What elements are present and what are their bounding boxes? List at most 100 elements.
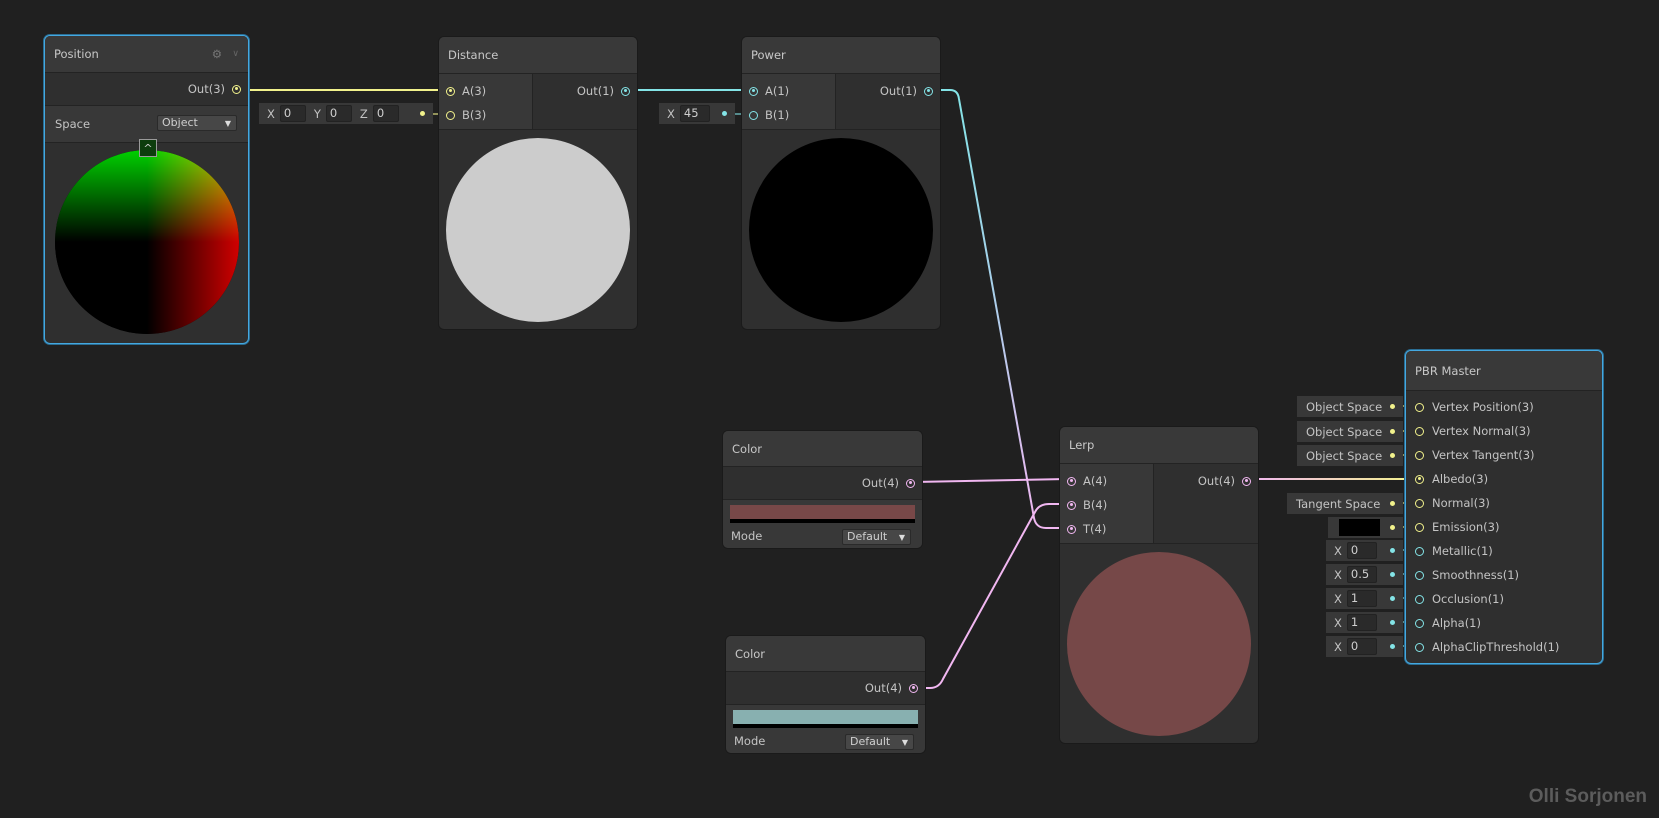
input-port[interactable]	[1415, 426, 1424, 436]
output-port-out[interactable]	[909, 683, 918, 693]
space-value[interactable]: Object Space	[1297, 400, 1382, 414]
space-value[interactable]: Object Space	[1297, 425, 1382, 439]
input-port-b[interactable]	[749, 110, 758, 120]
lerp-node[interactable]: Lerp A(4) B(4) T(4) Out(4)	[1059, 426, 1259, 744]
connector-dot	[1390, 429, 1395, 434]
preview-sphere	[749, 138, 933, 322]
mode-dropdown[interactable]: Default ▼	[842, 529, 911, 545]
pbr-input-row: Smoothness(1)	[1406, 563, 1602, 587]
input-port[interactable]	[1415, 642, 1424, 652]
node-header[interactable]: Color	[726, 636, 925, 672]
port-label: A(3)	[462, 84, 487, 98]
x-field[interactable]: 1	[1346, 614, 1377, 631]
space-value[interactable]: Object Space	[1297, 449, 1382, 463]
input-port[interactable]	[1415, 498, 1424, 508]
node-header[interactable]: Position ⚙ ∨	[45, 36, 248, 73]
node-header[interactable]: Color	[723, 431, 922, 467]
collapse-up-icon[interactable]: ^	[139, 139, 157, 157]
x-field[interactable]: 0	[1346, 542, 1377, 559]
mode-label: Mode	[734, 734, 766, 748]
output-port-out[interactable]	[924, 86, 933, 96]
output-port-out[interactable]	[232, 84, 241, 94]
x-field[interactable]: 45	[679, 105, 710, 122]
port-label: Albedo(3)	[1432, 472, 1489, 486]
port-label: Out(3)	[187, 82, 225, 96]
input-port-t[interactable]	[1067, 524, 1076, 534]
x-field[interactable]: 0	[1346, 638, 1377, 655]
color-swatch[interactable]	[733, 710, 918, 728]
port-label: B(1)	[765, 108, 790, 122]
mode-value: Default	[847, 530, 888, 543]
output-port-out[interactable]	[906, 478, 915, 488]
color-node-1[interactable]: Color Out(4) Mode Default ▼	[722, 430, 923, 549]
power-b-input: X 45	[659, 103, 735, 124]
input-port-b[interactable]	[1067, 500, 1076, 510]
power-node[interactable]: Power A(1) B(1) Out(1)	[741, 36, 941, 330]
space-value[interactable]: Tangent Space	[1287, 497, 1380, 511]
input-port-a[interactable]	[1067, 476, 1076, 486]
connector-dot	[1390, 501, 1395, 506]
distance-node[interactable]: Distance A(3) B(3) Out(1)	[438, 36, 638, 330]
color-swatch[interactable]	[1339, 519, 1380, 536]
node-title: Power	[751, 48, 786, 62]
output-port-out[interactable]	[1242, 476, 1251, 486]
y-label: Y	[313, 106, 321, 121]
input-port[interactable]	[1415, 594, 1424, 604]
x-label: X	[667, 106, 675, 121]
input-port[interactable]	[1415, 522, 1424, 532]
y-field[interactable]: 0	[325, 105, 352, 122]
input-port[interactable]	[1415, 618, 1424, 628]
input-port[interactable]	[1415, 450, 1424, 460]
dropdown-arrow-icon: ▼	[901, 738, 908, 747]
node-header[interactable]: Power	[742, 37, 940, 74]
node-title: Distance	[448, 48, 499, 62]
connector-dot	[1390, 620, 1395, 625]
color-node-2[interactable]: Color Out(4) Mode Default ▼	[725, 635, 926, 754]
mode-label: Mode	[731, 529, 763, 543]
gear-icon[interactable]: ⚙	[212, 36, 222, 73]
x-field[interactable]: 0	[279, 105, 306, 122]
input-port-a[interactable]	[749, 86, 758, 96]
preview-sphere	[54, 150, 239, 334]
pbr-value-input: X0	[1326, 636, 1403, 657]
connector-dot	[722, 111, 727, 116]
chevron-down-icon[interactable]: ∨	[232, 36, 239, 73]
node-header[interactable]: Lerp	[1060, 427, 1258, 464]
port-label: A(1)	[765, 84, 790, 98]
pbr-input-row: AlphaClipThreshold(1)	[1406, 635, 1602, 659]
x-field[interactable]: 0.5	[1346, 566, 1377, 583]
node-header[interactable]: PBR Master	[1406, 351, 1602, 391]
preview	[742, 130, 940, 329]
port-label: Metallic(1)	[1432, 544, 1493, 558]
space-row: Space Object ▼	[45, 106, 248, 143]
port-label: A(4)	[1083, 474, 1108, 488]
node-title: PBR Master	[1415, 364, 1481, 378]
input-port[interactable]	[1415, 570, 1424, 580]
space-dropdown[interactable]: Object ▼	[157, 115, 237, 131]
input-port-a[interactable]	[446, 86, 455, 96]
preview	[439, 130, 637, 329]
input-port[interactable]	[1415, 402, 1424, 412]
pbr-master-node[interactable]: PBR Master Vertex Position(3) Vertex Norm…	[1405, 350, 1603, 664]
space-input: Object Space	[1297, 445, 1403, 466]
space-label: Space	[55, 117, 91, 131]
dropdown-arrow-icon: ▼	[224, 119, 231, 128]
input-port[interactable]	[1415, 474, 1424, 484]
z-field[interactable]: 0	[372, 105, 399, 122]
color-swatch[interactable]	[730, 505, 915, 523]
preview	[1060, 544, 1258, 743]
position-node[interactable]: Position ⚙ ∨ Out(3) Space Object ▼ ^	[44, 35, 249, 344]
pbr-input-row: Metallic(1)	[1406, 539, 1602, 563]
space-input: Object Space	[1297, 421, 1403, 442]
output-port-out[interactable]	[621, 86, 630, 96]
x-field[interactable]: 1	[1346, 590, 1377, 607]
input-port-b[interactable]	[446, 110, 455, 120]
x-label: X	[1334, 639, 1342, 654]
mode-dropdown[interactable]: Default ▼	[845, 734, 914, 750]
pbr-input-row: Vertex Tangent(3)	[1406, 443, 1602, 467]
port-label: B(3)	[462, 108, 487, 122]
input-port[interactable]	[1415, 546, 1424, 556]
pbr-value-input: X 0.5	[1326, 564, 1403, 585]
node-header[interactable]: Distance	[439, 37, 637, 74]
pbr-input-row: Normal(3)	[1406, 491, 1602, 515]
